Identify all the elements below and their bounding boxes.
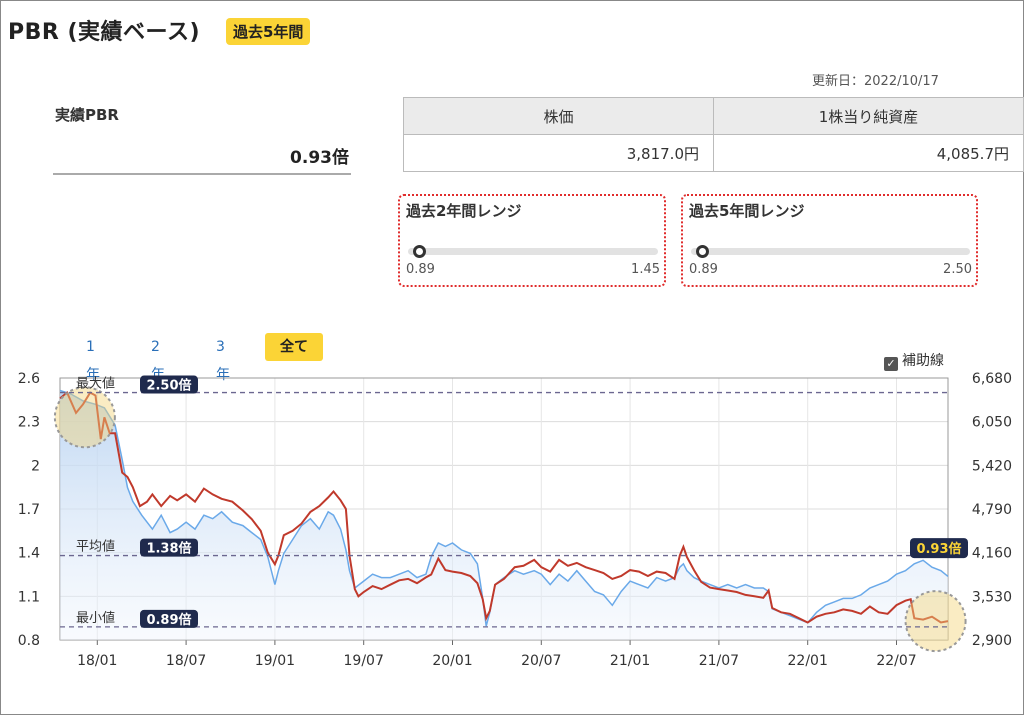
updated-date: 更新日：2022/10/17 xyxy=(812,74,939,89)
period-badge: 過去5年間 xyxy=(226,18,311,45)
tab-1y[interactable]: 1年 xyxy=(86,333,100,383)
ref-badge-label: 2.50倍 xyxy=(146,378,191,394)
price-table: 株価 1株当り純資産 3,817.0円 4,085.7円 xyxy=(403,97,1024,172)
range-5y: 過去5年間レンジ 0.89 2.50 xyxy=(681,194,978,287)
range-bar xyxy=(691,248,970,255)
y-left-tick-label: 0.8 xyxy=(18,633,40,649)
highlight-circle-current xyxy=(904,590,967,653)
range-marker xyxy=(413,245,426,258)
divider xyxy=(53,173,351,175)
range-2y: 過去2年間レンジ 0.89 1.45 xyxy=(398,194,666,287)
header-stock-price: 株価 xyxy=(403,97,714,135)
highlight-circle-max xyxy=(53,386,116,449)
range-marker xyxy=(696,245,709,258)
x-tick-label: 22/01 xyxy=(788,653,828,669)
y-right-tick-label: 3,530 xyxy=(972,589,1012,605)
range-max: 1.45 xyxy=(631,262,660,277)
x-tick-label: 22/07 xyxy=(876,653,916,669)
ref-line-label: 最小値 xyxy=(76,610,115,626)
range-max: 2.50 xyxy=(943,262,972,277)
y-left-tick-label: 2.3 xyxy=(18,415,40,431)
y-left-tick-label: 1.7 xyxy=(18,502,40,518)
ref-badge-label: 1.38倍 xyxy=(146,541,191,557)
y-left-tick-label: 1.4 xyxy=(18,546,40,562)
x-tick-label: 19/01 xyxy=(255,653,295,669)
y-right-tick-label: 6,680 xyxy=(972,371,1012,387)
range-min: 0.89 xyxy=(689,262,718,277)
tab-2y[interactable]: 2年 xyxy=(151,333,165,383)
x-tick-label: 21/01 xyxy=(610,653,650,669)
x-tick-label: 18/01 xyxy=(77,653,117,669)
stock-price-value: 3,817.0円 xyxy=(403,134,714,172)
y-right-tick-label: 4,790 xyxy=(972,502,1012,518)
tab-all[interactable]: 全て xyxy=(265,333,323,361)
ref-line-label: 最大値 xyxy=(76,376,115,392)
x-tick-label: 18/07 xyxy=(166,653,206,669)
table-row: 3,817.0円 4,085.7円 xyxy=(403,134,1024,172)
y-right-tick-label: 5,420 xyxy=(972,458,1012,474)
x-tick-label: 20/01 xyxy=(432,653,472,669)
page-title: PBR (実績ベース) xyxy=(8,20,201,45)
y-left-tick-label: 2.6 xyxy=(18,371,40,387)
price-area xyxy=(60,390,948,640)
tab-3y[interactable]: 3年 xyxy=(216,333,230,383)
pbr-chart: 2.6 2.3 2 1.7 1.4 1.1 0.8 6,680 6,050 5,420 4,790 4… xyxy=(18,371,1012,669)
pbr-value: 0.93倍 xyxy=(290,148,349,168)
y-left-tick-label: 2 xyxy=(31,458,40,474)
range-title: 過去5年間レンジ xyxy=(689,202,805,220)
range-bar xyxy=(408,248,658,255)
y-left-tick-label: 1.1 xyxy=(18,589,40,605)
x-tick-label: 19/07 xyxy=(344,653,384,669)
bps-value: 4,085.7円 xyxy=(713,134,1024,172)
x-tick-label: 20/07 xyxy=(521,653,561,669)
ref-badge-label: 0.89倍 xyxy=(146,612,191,628)
current-badge-label: 0.93倍 xyxy=(916,541,961,557)
header-bps: 1株当り純資産 xyxy=(713,97,1024,135)
x-tick-label: 21/07 xyxy=(699,653,739,669)
pbr-label: 実績PBR xyxy=(55,106,119,124)
y-right-tick-label: 6,050 xyxy=(972,415,1012,431)
y-right-tick-label: 4,160 xyxy=(972,546,1012,562)
table-header-row: 株価 1株当り純資産 xyxy=(403,97,1024,135)
y-right-tick-label: 2,900 xyxy=(972,633,1012,649)
range-title: 過去2年間レンジ xyxy=(406,202,522,220)
range-min: 0.89 xyxy=(406,262,435,277)
ref-line-label: 平均値 xyxy=(76,539,115,555)
